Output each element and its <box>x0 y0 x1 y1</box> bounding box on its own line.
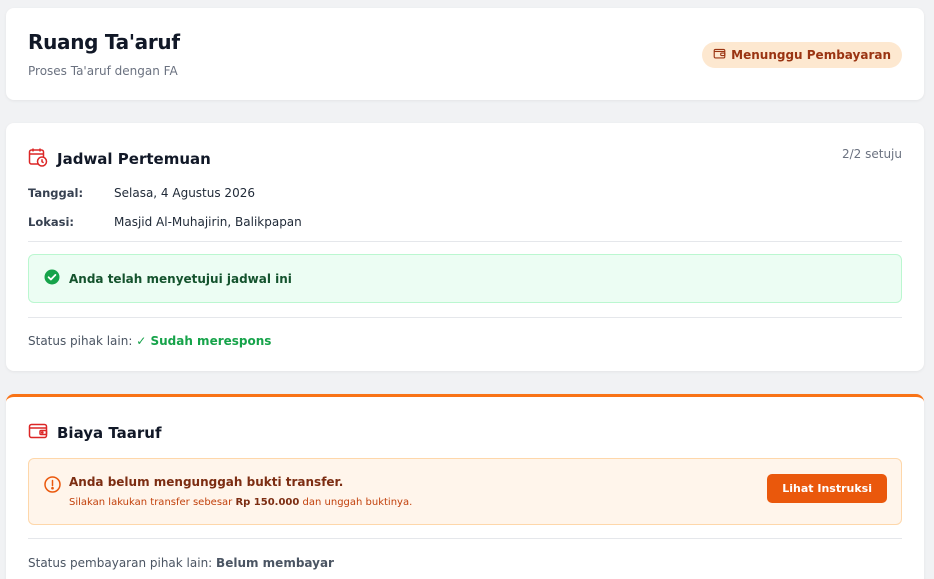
view-instructions-button[interactable]: Lihat Instruksi <box>767 474 887 503</box>
divider <box>28 538 902 539</box>
schedule-card: Jadwal Pertemuan 2/2 setuju Tanggal: Sel… <box>6 123 924 371</box>
header-card: Ruang Ta'aruf Proses Ta'aruf dengan FA M… <box>6 8 924 100</box>
calendar-clock-icon <box>28 147 48 171</box>
payment-status-value: Belum membayar <box>216 556 334 570</box>
location-label: Lokasi: <box>28 215 75 229</box>
page-subtitle: Proses Ta'aruf dengan FA <box>28 64 178 78</box>
agree-count: 2/2 setuju <box>841 147 902 161</box>
check-circle-icon <box>44 269 60 289</box>
fee-header: Biaya Taaruf <box>28 421 162 445</box>
approval-notice: Anda telah menyetujui jadwal ini <box>28 254 902 303</box>
other-party-status: Status pihak lain: ✓ Sudah merespons <box>28 334 271 348</box>
payment-status-label: Status pembayaran pihak lain: <box>28 556 213 570</box>
date-row: Tanggal: Selasa, 4 Agustus 2026 <box>28 186 255 200</box>
warning-desc-suffix: dan unggah buktinya. <box>302 497 413 508</box>
date-label: Tanggal: <box>28 186 84 200</box>
wallet-icon <box>28 421 48 445</box>
payment-status: Status pembayaran pihak lain: Belum memb… <box>28 556 334 570</box>
location-row: Lokasi: Masjid Al-Muhajirin, Balikpapan <box>28 215 302 229</box>
schedule-title: Jadwal Pertemuan <box>57 150 211 168</box>
alert-circle-icon <box>44 476 61 493</box>
warning-description: Silakan lakukan transfer sebesar Rp 150.… <box>69 497 412 508</box>
schedule-header: Jadwal Pertemuan <box>28 147 211 171</box>
other-status-value: ✓ Sudah merespons <box>136 334 272 348</box>
transfer-amount: Rp 150.000 <box>235 497 300 508</box>
divider <box>28 317 902 318</box>
warning-title: Anda belum mengunggah bukti transfer. <box>69 475 344 489</box>
status-badge: Menunggu Pembayaran <box>702 42 902 68</box>
status-badge-label: Menunggu Pembayaran <box>731 48 891 62</box>
fee-card: Biaya Taaruf Anda belum mengunggah bukti… <box>6 394 924 579</box>
date-value: Selasa, 4 Agustus 2026 <box>114 186 255 200</box>
fee-title: Biaya Taaruf <box>57 424 162 442</box>
approval-message: Anda telah menyetujui jadwal ini <box>69 271 292 286</box>
location-value: Masjid Al-Muhajirin, Balikpapan <box>114 215 302 229</box>
other-status-label: Status pihak lain: <box>28 334 133 348</box>
warning-desc-prefix: Silakan lakukan transfer sebesar <box>69 497 233 508</box>
transfer-warning: Anda belum mengunggah bukti transfer. Si… <box>28 458 902 525</box>
wallet-icon <box>713 47 726 63</box>
divider <box>28 241 902 242</box>
page-title: Ruang Ta'aruf <box>28 30 180 54</box>
